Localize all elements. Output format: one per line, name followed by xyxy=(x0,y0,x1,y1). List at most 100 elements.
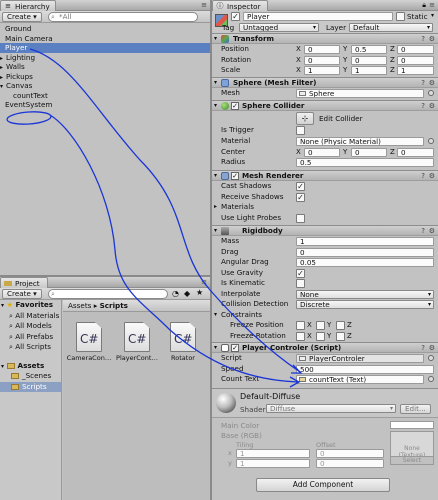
collapse-arrow-icon[interactable]: ▾ xyxy=(214,226,217,235)
object-picker-icon[interactable] xyxy=(428,90,434,96)
breadcrumb-scripts[interactable]: Scripts xyxy=(100,301,128,310)
filter-label-icon[interactable]: ◆ xyxy=(184,289,190,298)
count-text-object-field[interactable]: countText (Text) xyxy=(296,375,424,384)
expand-arrow-icon[interactable]: ▾ xyxy=(1,363,4,370)
shader-edit-button[interactable]: Edit... xyxy=(400,404,431,414)
texture-select-button[interactable]: Select xyxy=(391,456,433,464)
gear-icon[interactable]: ⚙ xyxy=(429,35,435,44)
breadcrumb-assets[interactable]: Assets xyxy=(68,301,91,310)
rotation-y-input[interactable]: 0 xyxy=(351,55,387,65)
gear-icon[interactable]: ⚙ xyxy=(429,102,435,111)
sphere-collider-header[interactable]: ▾ ✓ Sphere Collider ? ⚙ xyxy=(212,100,438,111)
collapse-arrow-icon[interactable]: ▾ xyxy=(214,78,217,87)
cast-shadows-checkbox[interactable]: ✓ xyxy=(296,182,305,191)
rotation-z-input[interactable]: 0 xyxy=(397,55,434,65)
project-search-input[interactable]: ⌕ xyxy=(48,289,168,299)
constraints-row[interactable]: ▾ Constraints xyxy=(212,310,438,321)
sphere-collider-enabled-checkbox[interactable]: ✓ xyxy=(231,102,239,110)
freeze-pos-x-checkbox[interactable] xyxy=(296,321,305,330)
rotation-x-input[interactable]: 0 xyxy=(304,55,340,65)
object-picker-icon[interactable] xyxy=(428,355,434,361)
script-object-field[interactable]: PlayerControler xyxy=(296,354,424,363)
active-checkbox[interactable]: ✓ xyxy=(231,12,240,21)
scale-x-input[interactable]: 1 xyxy=(304,66,340,75)
help-icon[interactable]: ? xyxy=(421,344,425,353)
mesh-renderer-header[interactable]: ▾ ✓ Mesh Renderer ? ⚙ xyxy=(212,170,438,181)
gear-icon[interactable]: ⚙ xyxy=(429,227,435,236)
expand-arrow-icon[interactable]: ▾ xyxy=(1,302,4,309)
help-icon[interactable]: ? xyxy=(421,172,425,181)
interpolate-dropdown[interactable]: None xyxy=(296,289,434,299)
help-icon[interactable]: ? xyxy=(421,35,425,44)
drag-input[interactable]: 0 xyxy=(296,247,434,257)
position-x-input[interactable]: 0 xyxy=(304,45,340,54)
freeze-rot-z-checkbox[interactable] xyxy=(336,331,345,341)
radius-input[interactable]: 0.5 xyxy=(296,158,434,167)
help-icon[interactable]: ? xyxy=(421,227,425,236)
gear-icon[interactable]: ⚙ xyxy=(429,344,435,353)
position-z-input[interactable]: 0 xyxy=(397,45,434,54)
hierarchy-item-canvas[interactable]: ▾ Canvas xyxy=(0,81,210,91)
favorite-item-all-materials[interactable]: ⌕ All Materials xyxy=(0,311,61,322)
hierarchy-item-eventsystem[interactable]: EventSystem xyxy=(0,100,210,110)
add-component-button[interactable]: Add Component xyxy=(256,478,390,492)
tiling-x-input[interactable]: 1 xyxy=(236,449,310,458)
mesh-filter-header[interactable]: ▾ Sphere (Mesh Filter) ? ⚙ xyxy=(212,77,438,88)
freeze-rot-x-checkbox[interactable] xyxy=(296,331,305,341)
gear-icon[interactable]: ⚙ xyxy=(429,172,435,181)
asset-rotator[interactable]: C# Rotator xyxy=(160,322,206,362)
player-controller-enabled-checkbox[interactable]: ✓ xyxy=(231,344,239,352)
folder-scripts[interactable]: Scripts xyxy=(0,381,61,392)
hierarchy-item-walls[interactable]: ▸ Walls xyxy=(0,62,210,72)
edit-collider-button[interactable]: ⊹ xyxy=(296,112,314,125)
static-dropdown-arrow-icon[interactable]: ▾ xyxy=(431,12,434,19)
inspector-tab[interactable]: ⓘ Inspector xyxy=(212,0,268,11)
mesh-object-field[interactable]: Sphere xyxy=(296,89,424,98)
speed-input[interactable]: 500 xyxy=(296,364,434,374)
collapse-arrow-icon[interactable]: ▾ xyxy=(214,171,217,180)
player-controller-header[interactable]: ▾ ✓ Player Controler (Script) ? ⚙ xyxy=(212,342,438,353)
tag-dropdown[interactable]: Untagged xyxy=(239,23,319,32)
favorite-item-all-scripts[interactable]: ⌕ All Scripts xyxy=(0,342,61,353)
offset-y-input[interactable]: 0 xyxy=(316,459,384,468)
asset-player-controller[interactable]: C# PlayerCont… xyxy=(114,322,160,362)
mass-input[interactable]: 1 xyxy=(296,237,434,246)
hierarchy-menu-icon[interactable]: ≡ xyxy=(201,1,207,9)
mesh-renderer-enabled-checkbox[interactable]: ✓ xyxy=(231,172,239,180)
object-picker-icon[interactable] xyxy=(428,376,434,382)
layer-dropdown[interactable]: Default xyxy=(349,23,433,32)
favorite-item-all-models[interactable]: ⌕ All Models xyxy=(0,321,61,332)
lock-icon[interactable]: 🔒︎ xyxy=(422,1,426,10)
collision-detection-dropdown[interactable]: Discrete xyxy=(296,300,434,309)
static-checkbox[interactable] xyxy=(396,12,405,21)
center-x-input[interactable]: 0 xyxy=(304,147,340,157)
inspector-menu-icon[interactable]: ≡ xyxy=(429,1,435,9)
hierarchy-search-input[interactable]: ⌕ *All xyxy=(48,12,198,22)
position-y-input[interactable]: 0.5 xyxy=(351,45,387,54)
assets-folder[interactable]: ▾ Assets xyxy=(0,361,61,372)
favorite-star-icon[interactable]: ★ xyxy=(196,288,203,297)
expand-arrow-icon[interactable]: ▸ xyxy=(214,202,217,213)
object-name-input[interactable]: Player xyxy=(243,12,393,21)
filter-type-icon[interactable]: ◔ xyxy=(172,289,179,298)
collapse-arrow-icon[interactable]: ▾ xyxy=(214,101,217,110)
is-trigger-checkbox[interactable] xyxy=(296,126,305,135)
folder-scenes[interactable]: _Scenes xyxy=(0,371,61,382)
center-z-input[interactable]: 0 xyxy=(397,147,434,157)
scale-y-input[interactable]: 1 xyxy=(351,66,387,75)
collapse-arrow-icon[interactable]: ▾ xyxy=(214,343,217,352)
hierarchy-item-ground[interactable]: Ground xyxy=(0,24,210,34)
favorite-item-all-prefabs[interactable]: ⌕ All Prefabs xyxy=(0,332,61,343)
receive-shadows-checkbox[interactable]: ✓ xyxy=(296,192,305,202)
help-icon[interactable]: ? xyxy=(421,102,425,111)
asset-camera-controller[interactable]: C# CameraCon… xyxy=(66,322,112,362)
offset-x-input[interactable]: 0 xyxy=(316,449,384,458)
hierarchy-tab[interactable]: ≡ Hierarchy xyxy=(0,0,56,11)
use-gravity-checkbox[interactable]: ✓ xyxy=(296,268,305,278)
hierarchy-item-main-camera[interactable]: Main Camera xyxy=(0,34,210,44)
help-icon[interactable]: ? xyxy=(421,79,425,88)
gear-icon[interactable]: ⚙ xyxy=(429,79,435,88)
hierarchy-item-pickups[interactable]: ▸ Pickups xyxy=(0,72,210,82)
hierarchy-item-counttext[interactable]: countText xyxy=(0,91,210,101)
scale-z-input[interactable]: 1 xyxy=(397,66,434,75)
